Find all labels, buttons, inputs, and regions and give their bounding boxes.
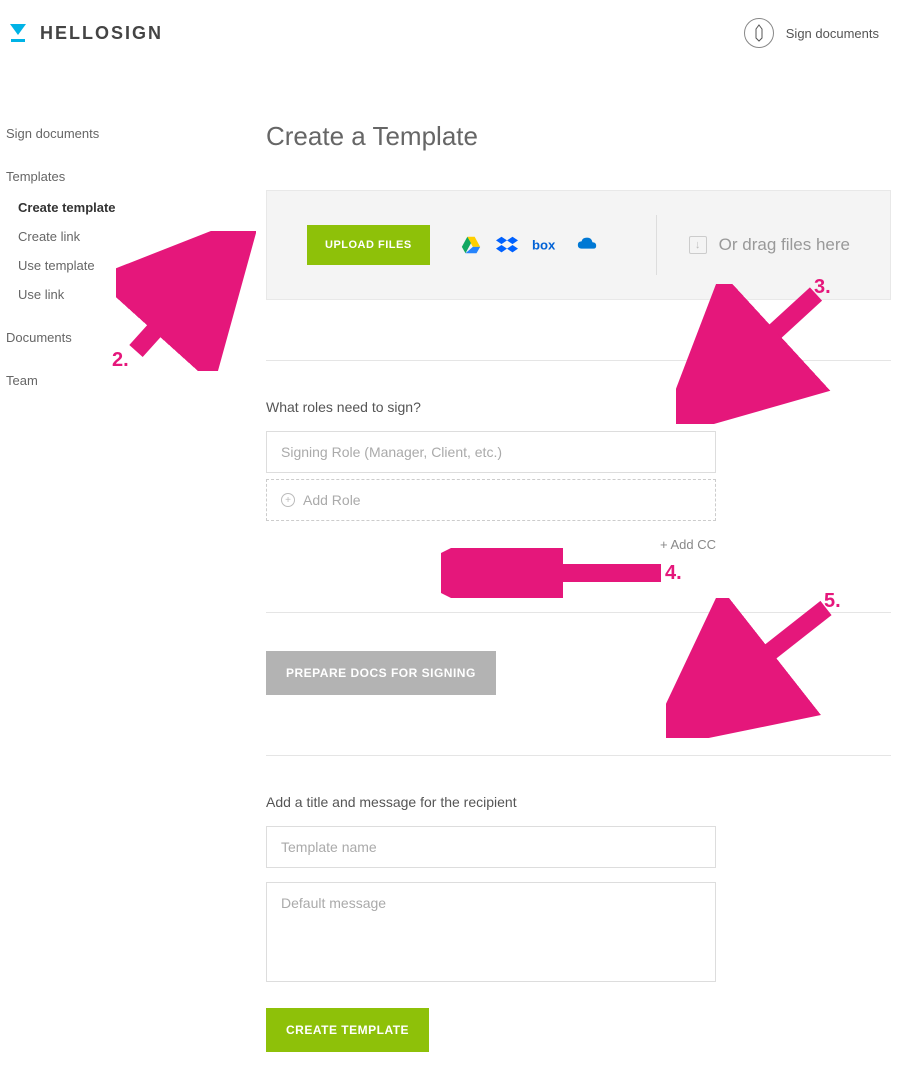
nav-documents[interactable]: Documents xyxy=(6,330,206,345)
template-name-input[interactable] xyxy=(266,826,716,868)
title-message-heading: Add a title and message for the recipien… xyxy=(266,794,891,810)
onedrive-icon[interactable] xyxy=(576,234,598,256)
nav-use-link[interactable]: Use link xyxy=(6,287,206,302)
create-template-button[interactable]: CREATE TEMPLATE xyxy=(266,1008,429,1052)
drag-hint: ↓ Or drag files here xyxy=(657,235,850,255)
title-message-section: Add a title and message for the recipien… xyxy=(266,755,891,1052)
page-title: Create a Template xyxy=(266,121,891,152)
prepare-section: PREPARE DOCS FOR SIGNING xyxy=(266,612,891,695)
main-content: Create a Template UPLOAD FILES box ↓ Or … xyxy=(206,66,909,1092)
nav-create-link[interactable]: Create link xyxy=(6,229,206,244)
plus-icon: + xyxy=(281,493,295,507)
pen-icon xyxy=(744,18,774,48)
box-icon[interactable]: box xyxy=(532,234,562,256)
nav-templates[interactable]: Templates xyxy=(6,169,206,184)
nav-create-template[interactable]: Create template xyxy=(6,200,206,215)
upload-drop-zone[interactable]: UPLOAD FILES box ↓ Or drag files here xyxy=(266,190,891,300)
add-cc-button[interactable]: + Add CC xyxy=(266,537,716,552)
default-message-input[interactable] xyxy=(266,882,716,982)
download-icon: ↓ xyxy=(689,236,707,254)
upload-files-button[interactable]: UPLOAD FILES xyxy=(307,225,430,265)
hellosign-logo-icon xyxy=(6,21,30,45)
signing-role-input[interactable] xyxy=(266,431,716,473)
google-drive-icon[interactable] xyxy=(460,234,482,256)
cloud-integrations: box xyxy=(460,234,598,256)
header-sign-label: Sign documents xyxy=(786,26,879,41)
header-sign-documents-link[interactable]: Sign documents xyxy=(744,18,879,48)
annotation-4: 4. xyxy=(441,548,671,603)
sidebar-nav: Sign documents Templates Create template… xyxy=(6,66,206,1092)
nav-sign-documents[interactable]: Sign documents xyxy=(6,126,206,141)
prepare-docs-button[interactable]: PREPARE DOCS FOR SIGNING xyxy=(266,651,496,695)
nav-use-template[interactable]: Use template xyxy=(6,258,206,273)
brand-logo[interactable]: HELLOSIGN xyxy=(6,21,163,45)
app-header: HELLOSIGN Sign documents xyxy=(0,0,909,66)
brand-text: HELLOSIGN xyxy=(40,23,163,44)
dropbox-icon[interactable] xyxy=(496,234,518,256)
svg-text:box: box xyxy=(532,238,556,253)
roles-heading: What roles need to sign? xyxy=(266,399,891,415)
nav-team[interactable]: Team xyxy=(6,373,206,388)
add-role-button[interactable]: + Add Role xyxy=(266,479,716,521)
roles-section: What roles need to sign? + Add Role + Ad… xyxy=(266,360,891,552)
